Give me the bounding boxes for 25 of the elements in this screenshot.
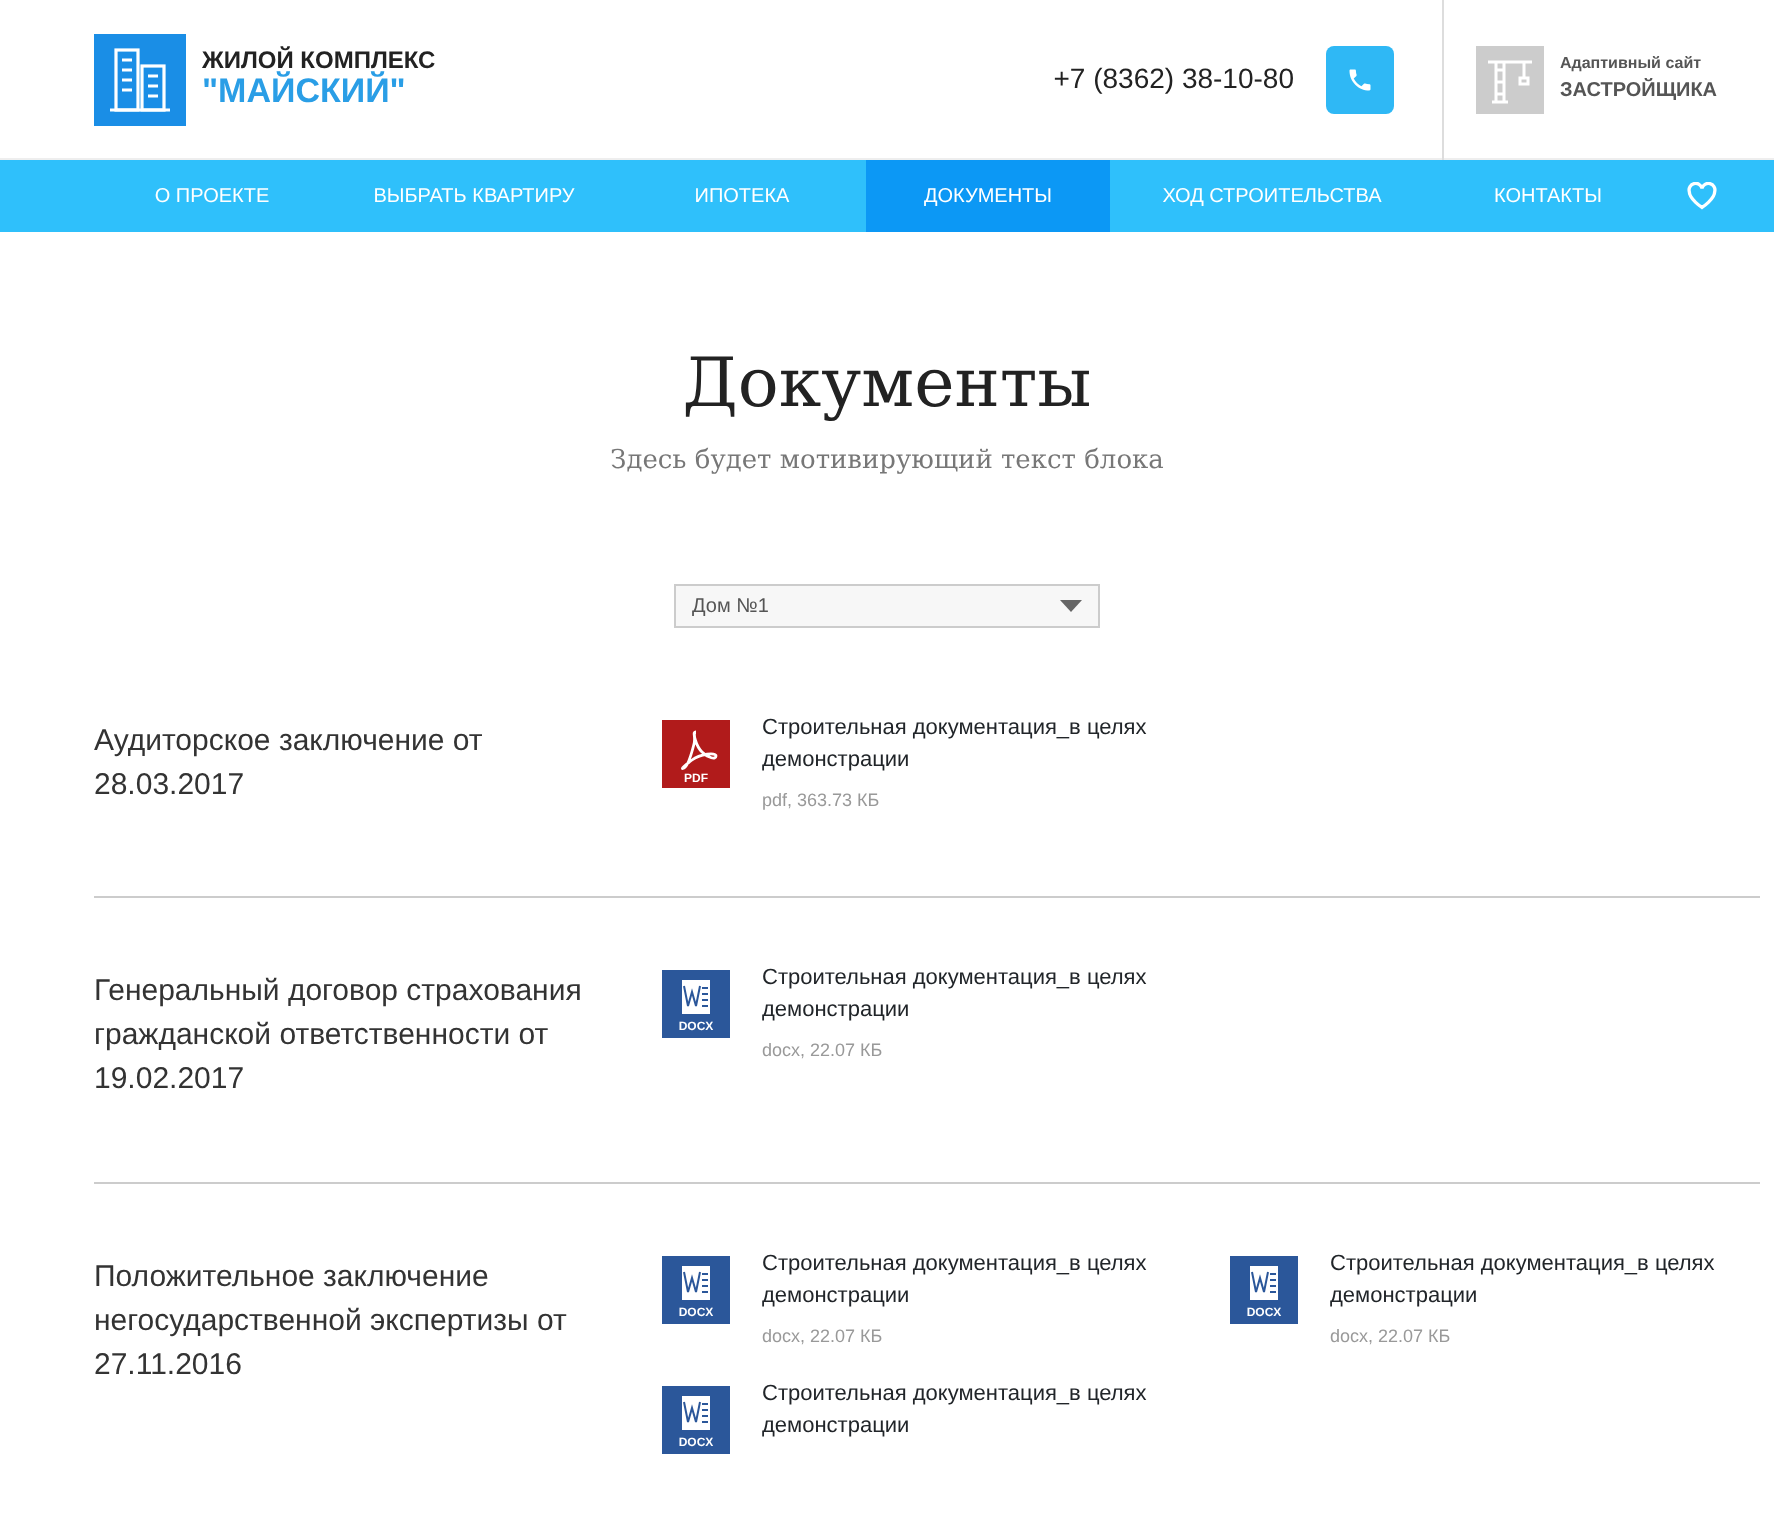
house-select[interactable]: Дом №1 — [674, 584, 1100, 629]
phone-number: +7 (8362) 38-10-80 — [1053, 60, 1294, 98]
document-link[interactable]: Строительная документация_в целях демонстрации — [762, 961, 1230, 1026]
file-info: docx, 22.07 КБ — [762, 1323, 885, 1350]
brand-name: ЖИЛОЙ КОМПЛЕКС — [202, 47, 436, 74]
document-group-title: Генеральный договор страхования гражданской ответственности от 19.02.2017 — [94, 971, 584, 1100]
complex-name: "МАЙСКИЙ" — [202, 73, 406, 111]
phone-icon — [1346, 65, 1374, 93]
file-info: pdf, 363.73 КБ — [762, 788, 882, 815]
document-link[interactable]: Строительная документация_в целях демонстрации — [762, 1247, 1230, 1312]
developer-caption: Адаптивный сайт — [1560, 52, 1704, 76]
developer-label: ЗАСТРОЙЩИКА — [1560, 76, 1718, 106]
file-info: docx, 22.07 КБ — [762, 1037, 885, 1064]
select-value: Дом №1 — [692, 593, 769, 622]
page-subtitle: Здесь будет мотивирующий текст блока — [608, 443, 1166, 480]
document-link[interactable]: Строительная документация_в целях демонстрации — [762, 712, 1230, 777]
document-group-title: Аудиторское заключение от 28.03.2017 — [94, 722, 485, 807]
page-title: Документы — [680, 344, 1094, 426]
dropdown-caret-icon — [1060, 600, 1082, 613]
document-link[interactable]: Строительная документация_в целях демонстрации — [1330, 1247, 1730, 1312]
document-link[interactable]: Строительная документация_в целях демонстрации — [762, 1378, 1230, 1443]
document-group-title: Положительное заключение негосударственной экспертизы от 27.11.2016 — [94, 1257, 569, 1386]
file-info: docx, 22.07 КБ — [1330, 1323, 1453, 1350]
phone-button[interactable] — [1326, 45, 1394, 113]
heart-icon[interactable] — [1686, 182, 1718, 210]
